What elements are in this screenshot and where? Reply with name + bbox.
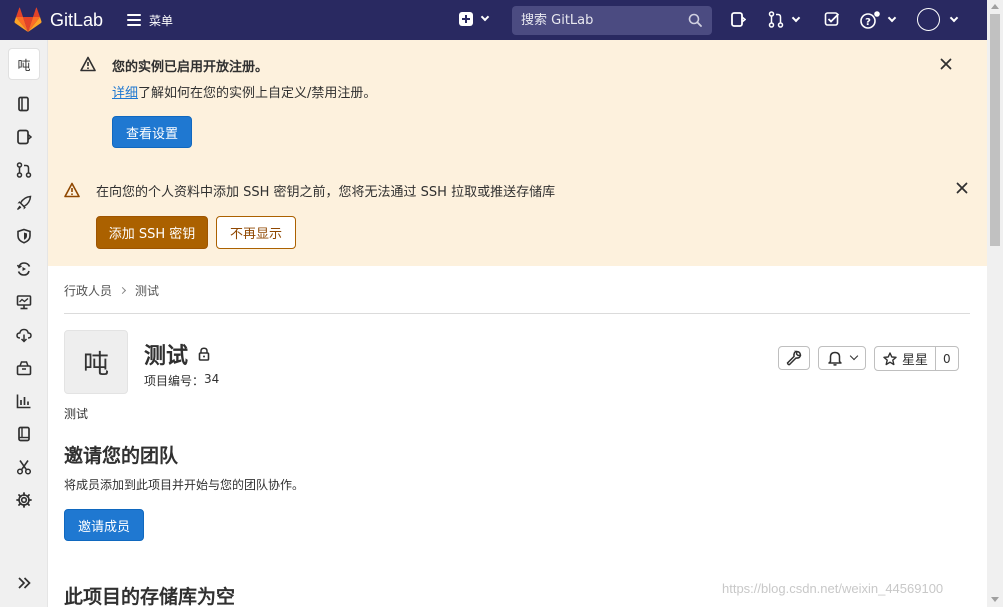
breadcrumb-current[interactable]: 测试 [135, 282, 159, 299]
project-title: 测试 [144, 338, 210, 370]
project-id-value: 34 [204, 372, 220, 386]
merge-requests-nav-button[interactable] [768, 11, 801, 28]
divider [64, 313, 970, 314]
star-count[interactable]: 0 [936, 347, 958, 370]
avatar [917, 8, 940, 31]
menu-label: 菜单 [149, 13, 174, 28]
add-ssh-key-button[interactable]: 添加 SSH 密钥 [96, 216, 208, 249]
search-box[interactable] [512, 6, 712, 35]
chevron-down-icon [791, 13, 801, 22]
registration-alert-text: 了解如何在您的实例上自定义/禁用注册。 [138, 86, 377, 101]
admin-settings-button[interactable] [778, 346, 810, 370]
project-id: 项目编号： 34 [144, 372, 219, 389]
invite-team-text: 将成员添加到此项目并开始与您的团队协作。 [64, 478, 305, 492]
wiki-book-icon[interactable] [16, 426, 32, 442]
warning-icon [64, 182, 80, 198]
project-overview-icon[interactable] [16, 96, 32, 112]
chevron-down-icon [949, 13, 959, 22]
brand-home-link[interactable]: GitLab [14, 7, 103, 33]
plus-square-icon [459, 12, 473, 26]
help-nav-button[interactable]: ? [860, 11, 897, 29]
watermark: https://blog.csdn.net/weixin_44569100 [722, 581, 944, 596]
chevron-down-icon [480, 12, 490, 22]
deployments-icon[interactable] [16, 261, 32, 277]
ssh-key-alert: 在向您的个人资料中添加 SSH 密钥之前，您将无法通过 SSH 拉取或推送存储库… [48, 164, 987, 266]
invite-members-button[interactable]: 邀请成员 [64, 509, 144, 541]
search-icon [688, 13, 702, 27]
project-name: 测试 [144, 344, 189, 369]
star-icon [883, 351, 897, 365]
snippets-scissors-icon[interactable] [16, 459, 32, 475]
issues-icon[interactable] [16, 129, 32, 145]
left-sidebar: 吨 [0, 40, 48, 607]
svg-text:?: ? [865, 17, 871, 28]
packages-icon[interactable] [16, 360, 32, 376]
top-navbar: GitLab 菜单 搜索 GitLab ? [0, 0, 987, 40]
infrastructure-cloud-icon[interactable] [16, 327, 32, 343]
registration-alert-body: 详细了解如何在您的实例上自定义/禁用注册。 [112, 82, 376, 101]
merge-request-icon [768, 11, 784, 28]
lock-icon [198, 347, 210, 361]
issues-icon [731, 12, 746, 27]
analytics-chart-icon[interactable] [16, 393, 32, 409]
ssh-key-alert-text: 在向您的个人资料中添加 SSH 密钥之前，您将无法通过 SSH 拉取或推送存储库 [96, 185, 556, 200]
star-button[interactable]: 星星 [875, 347, 937, 370]
bell-icon [828, 351, 842, 366]
breadcrumb: 行政人员 测试 [64, 282, 159, 299]
create-new-dropdown[interactable] [459, 12, 490, 26]
scroll-down-arrow-icon[interactable] [991, 597, 999, 602]
project-description: 测试 [64, 407, 89, 421]
star-button-group: 星星 0 [874, 346, 959, 371]
chevron-down-icon [887, 13, 897, 23]
todos-nav-button[interactable] [824, 11, 840, 27]
brand-name: GitLab [50, 9, 104, 30]
chevron-double-right-icon[interactable] [16, 575, 32, 591]
scrollbar-thumb[interactable] [990, 14, 1000, 246]
dont-show-again-button[interactable]: 不再显示 [216, 216, 296, 249]
help-question-icon: ? [860, 11, 880, 29]
todo-check-icon [824, 12, 840, 26]
user-menu-button[interactable] [917, 8, 959, 31]
project-avatar: 吨 [64, 330, 128, 394]
wrench-icon [786, 350, 802, 366]
merge-requests-icon[interactable] [16, 162, 32, 178]
chevron-down-icon [849, 351, 859, 361]
scroll-up-arrow-icon[interactable] [991, 4, 999, 9]
hamburger-icon [127, 14, 142, 26]
invite-team-heading: 邀请您的团队 [64, 445, 179, 467]
ci-cd-rocket-icon[interactable] [16, 195, 32, 211]
project-id-label: 项目编号： [144, 374, 205, 388]
notification-settings-dropdown[interactable] [818, 346, 866, 370]
breadcrumb-parent[interactable]: 行政人员 [64, 282, 112, 299]
search-input[interactable] [521, 13, 681, 28]
vertical-scrollbar[interactable] [987, 0, 1003, 607]
view-settings-button[interactable]: 查看设置 [112, 116, 192, 148]
monitor-icon[interactable] [16, 294, 32, 310]
warning-icon [80, 56, 96, 72]
issues-nav-button[interactable] [730, 11, 746, 28]
registration-alert-title: 您的实例已启用开放注册。 [112, 60, 269, 75]
menu-button[interactable]: 菜单 [127, 12, 173, 29]
empty-repo-heading: 此项目的存储库为空 [64, 586, 236, 607]
close-icon[interactable] [956, 182, 968, 194]
security-shield-icon[interactable] [16, 228, 32, 244]
details-link[interactable]: 详细 [112, 86, 138, 101]
sidebar-project-avatar[interactable]: 吨 [8, 48, 40, 80]
gitlab-logo-icon [14, 7, 42, 32]
close-icon[interactable] [940, 58, 952, 70]
settings-gear-icon[interactable] [16, 492, 32, 508]
star-label: 星星 [902, 353, 929, 368]
registration-alert: 您的实例已启用开放注册。 详细了解如何在您的实例上自定义/禁用注册。 查看设置 [48, 40, 987, 164]
chevron-right-icon [118, 286, 127, 295]
